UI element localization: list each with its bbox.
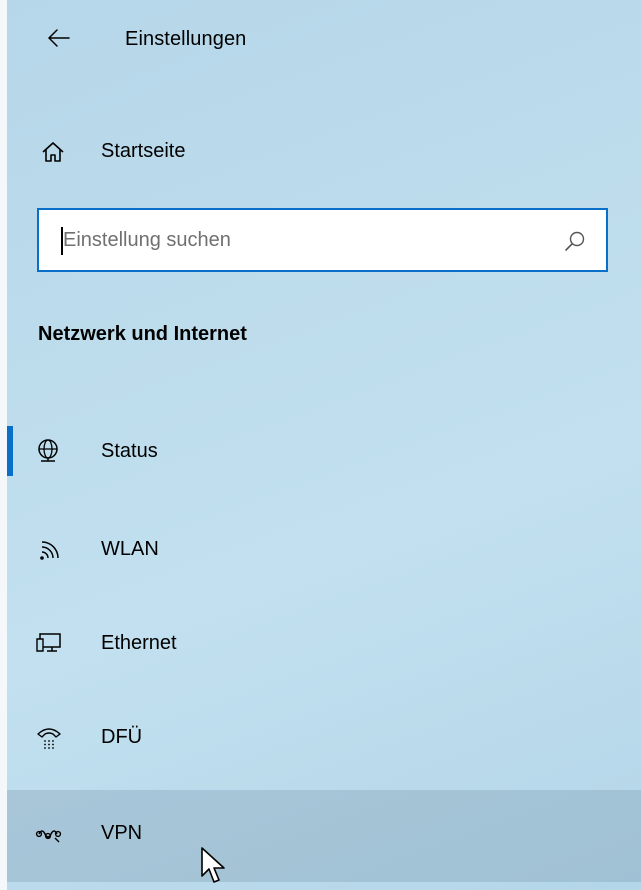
nav-item-label: WLAN (101, 538, 159, 560)
search-box[interactable] (37, 208, 608, 272)
window-title: Einstellungen (125, 28, 247, 50)
nav-item-ethernet[interactable]: Ethernet (7, 600, 641, 688)
dialup-phone-icon (37, 728, 61, 749)
nav-item-label: DFÜ (101, 726, 143, 748)
nav-item-home[interactable]: Startseite (7, 124, 641, 180)
nav-item-label: VPN (101, 822, 143, 844)
home-label: Startseite (101, 140, 186, 162)
ethernet-icon (36, 633, 61, 652)
nav-item-label: Status (101, 440, 158, 462)
text-caret (61, 227, 63, 255)
home-icon (42, 142, 64, 162)
globe-status-icon (38, 439, 58, 462)
nav-item-wlan[interactable]: WLAN (7, 506, 641, 594)
nav-item-label: Ethernet (101, 632, 177, 654)
wifi-icon (40, 541, 59, 560)
vpn-icon (35, 830, 62, 843)
nav-item-status[interactable]: Status (7, 408, 641, 496)
search-icon[interactable] (564, 230, 586, 252)
nav-item-dfu[interactable]: DFÜ (7, 694, 641, 782)
nav-item-vpn[interactable]: VPN (7, 790, 641, 882)
back-button[interactable] (37, 18, 81, 58)
search-input[interactable] (39, 210, 539, 270)
title-bar: Einstellungen (7, 0, 641, 82)
section-heading: Netzwerk und Internet (38, 323, 247, 345)
back-arrow-icon (48, 29, 70, 47)
window-left-edge (0, 0, 7, 890)
